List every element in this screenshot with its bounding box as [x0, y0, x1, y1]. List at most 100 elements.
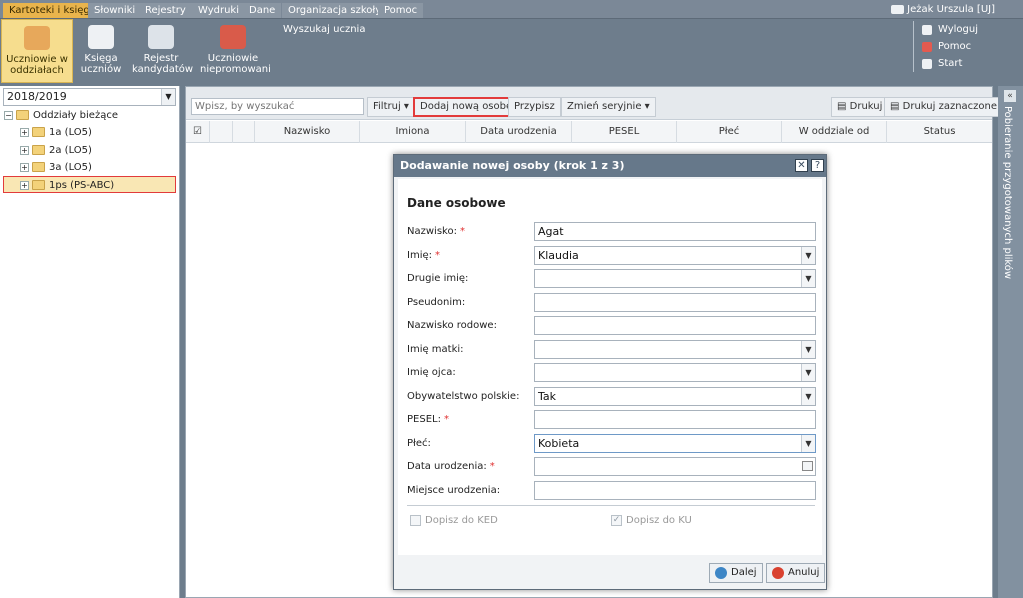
school-year-select[interactable]: 2018/2019 ▼: [3, 88, 176, 106]
chevron-down-icon[interactable]: ▼: [801, 247, 815, 264]
students-in-classes-button[interactable]: Uczniowie w oddziałach: [1, 19, 73, 83]
menu-kartoteki[interactable]: Kartoteki i księgi: [3, 3, 99, 18]
classes-tree-panel: 2018/2019 ▼ − Oddziały bieżące +1a (LO5) …: [0, 86, 180, 598]
chevron-down-icon[interactable]: ▼: [801, 364, 815, 381]
assign-button[interactable]: Przypisz: [508, 97, 561, 117]
change-serial-button[interactable]: Zmień seryjnie ▾: [561, 97, 656, 117]
tree-item-2a[interactable]: +2a (LO5): [20, 142, 92, 159]
field-label-text: Płeć:: [407, 438, 431, 449]
search-student-link[interactable]: Wyszukaj ucznia: [283, 24, 365, 35]
menu-organizacja[interactable]: Organizacja szkoły: [282, 3, 388, 18]
tree-item-label: 1ps (PS-ABC): [49, 180, 115, 191]
column-imiona[interactable]: Imiona: [360, 121, 466, 143]
add-new-person-button[interactable]: Dodaj nową osobę: [413, 97, 520, 117]
field-input[interactable]: [534, 481, 816, 500]
required-asterisk-icon: *: [443, 414, 449, 425]
next-button[interactable]: Dalej: [709, 563, 763, 583]
logout-link[interactable]: Wyloguj: [922, 21, 978, 38]
field-label-text: Imię ojca:: [407, 367, 456, 378]
column-nazwisko[interactable]: Nazwisko: [255, 121, 360, 143]
logout-label: Wyloguj: [938, 24, 978, 35]
chat-icon[interactable]: [891, 5, 904, 14]
tree-item-1a[interactable]: +1a (LO5): [20, 124, 92, 141]
field-select[interactable]: ▼: [534, 269, 816, 288]
form-row: Imię: * Klaudia ▼: [407, 246, 819, 266]
column-pesel[interactable]: PESEL: [572, 121, 677, 143]
field-select[interactable]: Klaudia ▼: [534, 246, 816, 265]
column-status[interactable]: Status: [887, 121, 992, 143]
start-link[interactable]: Start: [922, 55, 978, 72]
search-input[interactable]: [191, 98, 364, 115]
cancel-button[interactable]: Anuluj: [766, 563, 826, 583]
required-asterisk-icon: *: [435, 250, 440, 261]
column-data-urodzenia[interactable]: Data urodzenia: [466, 121, 572, 143]
menu-wydruki[interactable]: Wydruki: [192, 3, 245, 18]
tree-item-3a[interactable]: +3a (LO5): [20, 159, 92, 176]
print-button[interactable]: ▤ Drukuj: [831, 97, 889, 117]
expand-icon[interactable]: +: [20, 180, 29, 190]
menu-dane[interactable]: Dane: [243, 3, 282, 18]
collapse-left-icon[interactable]: «: [1004, 90, 1016, 102]
field-input[interactable]: Agat: [534, 222, 816, 241]
field-select[interactable]: ▼: [534, 340, 816, 359]
field-select[interactable]: Kobieta ▼: [534, 434, 816, 453]
filter-button[interactable]: Filtruj ▾: [367, 97, 415, 117]
button-label-line1: Uczniowie: [207, 53, 259, 64]
chevron-down-icon[interactable]: ▼: [801, 341, 815, 358]
form-row: Nazwisko: * Agat: [407, 222, 819, 242]
button-label-line1: Uczniowie w: [6, 54, 68, 65]
checkbox-ked-label: Dopisz do KED: [425, 515, 498, 526]
chevron-down-icon[interactable]: ▼: [801, 270, 815, 287]
register-icon: [148, 25, 174, 49]
form-row: Data urodzenia: *: [407, 457, 819, 477]
field-label: Imię ojca:: [407, 367, 456, 378]
expand-icon[interactable]: +: [20, 127, 29, 137]
tree-item-1ps[interactable]: +1ps (PS-ABC): [3, 176, 176, 193]
checkbox-unchecked-icon[interactable]: [410, 515, 421, 526]
column-plec[interactable]: Płeć: [677, 121, 782, 143]
field-input[interactable]: [534, 293, 816, 312]
students-book-button[interactable]: Księga uczniów: [78, 19, 124, 83]
required-asterisk-icon: *: [489, 461, 495, 472]
calendar-icon[interactable]: [802, 461, 813, 471]
field-label-text: Miejsce urodzenia:: [407, 485, 501, 496]
field-input[interactable]: [534, 410, 816, 429]
field-label: Obywatelstwo polskie:: [407, 391, 519, 402]
chevron-down-icon[interactable]: ▼: [161, 89, 175, 105]
help-link[interactable]: Pomoc: [922, 38, 978, 55]
field-value: Agat: [538, 225, 564, 238]
field-label: Nazwisko: *: [407, 226, 465, 237]
tree-root[interactable]: − Oddziały bieżące: [4, 107, 118, 124]
menu-pomoc[interactable]: Pomoc: [378, 3, 424, 18]
field-select[interactable]: Tak ▼: [534, 387, 816, 406]
close-icon[interactable]: ✕: [795, 159, 808, 172]
field-label: Data urodzenia: *: [407, 461, 495, 472]
button-label-line2: kandydatów: [132, 64, 194, 75]
checkbox-ku[interactable]: ✓ Dopisz do KU: [611, 515, 692, 526]
checkbox-ked[interactable]: Dopisz do KED: [410, 515, 498, 526]
select-all-checkbox[interactable]: ☑: [186, 121, 210, 143]
candidates-register-button[interactable]: Rejestr kandydatów: [132, 19, 194, 83]
field-input[interactable]: [534, 316, 816, 335]
field-date[interactable]: [534, 457, 816, 476]
chevron-down-icon[interactable]: ▼: [801, 435, 815, 452]
chevron-down-icon[interactable]: ▼: [801, 388, 815, 405]
menu-rejestry[interactable]: Rejestry: [139, 3, 192, 18]
expand-icon[interactable]: +: [20, 162, 29, 172]
menu-slowniki[interactable]: Słowniki: [88, 3, 142, 18]
help-label: Pomoc: [938, 41, 972, 52]
unpromoted-students-button[interactable]: Uczniowie niepromowani: [200, 19, 271, 83]
form-row: Płeć: Kobieta ▼: [407, 434, 819, 454]
checkbox-checked-icon[interactable]: ✓: [611, 515, 622, 526]
expand-icon[interactable]: +: [20, 145, 29, 155]
help-icon[interactable]: ?: [811, 159, 824, 172]
print-selected-button[interactable]: ▤ Drukuj zaznaczone: [884, 97, 1004, 117]
column-w-oddziale-od[interactable]: W oddziale od: [782, 121, 887, 143]
downloads-side-panel[interactable]: « Pobieranie przygotowanych plików: [998, 86, 1023, 598]
filter-label: Filtruj: [373, 101, 401, 112]
column-blank-1: [210, 121, 233, 143]
print-selected-label: Drukuj zaznaczone: [902, 101, 998, 112]
field-select[interactable]: ▼: [534, 363, 816, 382]
collapse-icon[interactable]: −: [4, 110, 13, 120]
lifebuoy-icon: [922, 41, 932, 52]
